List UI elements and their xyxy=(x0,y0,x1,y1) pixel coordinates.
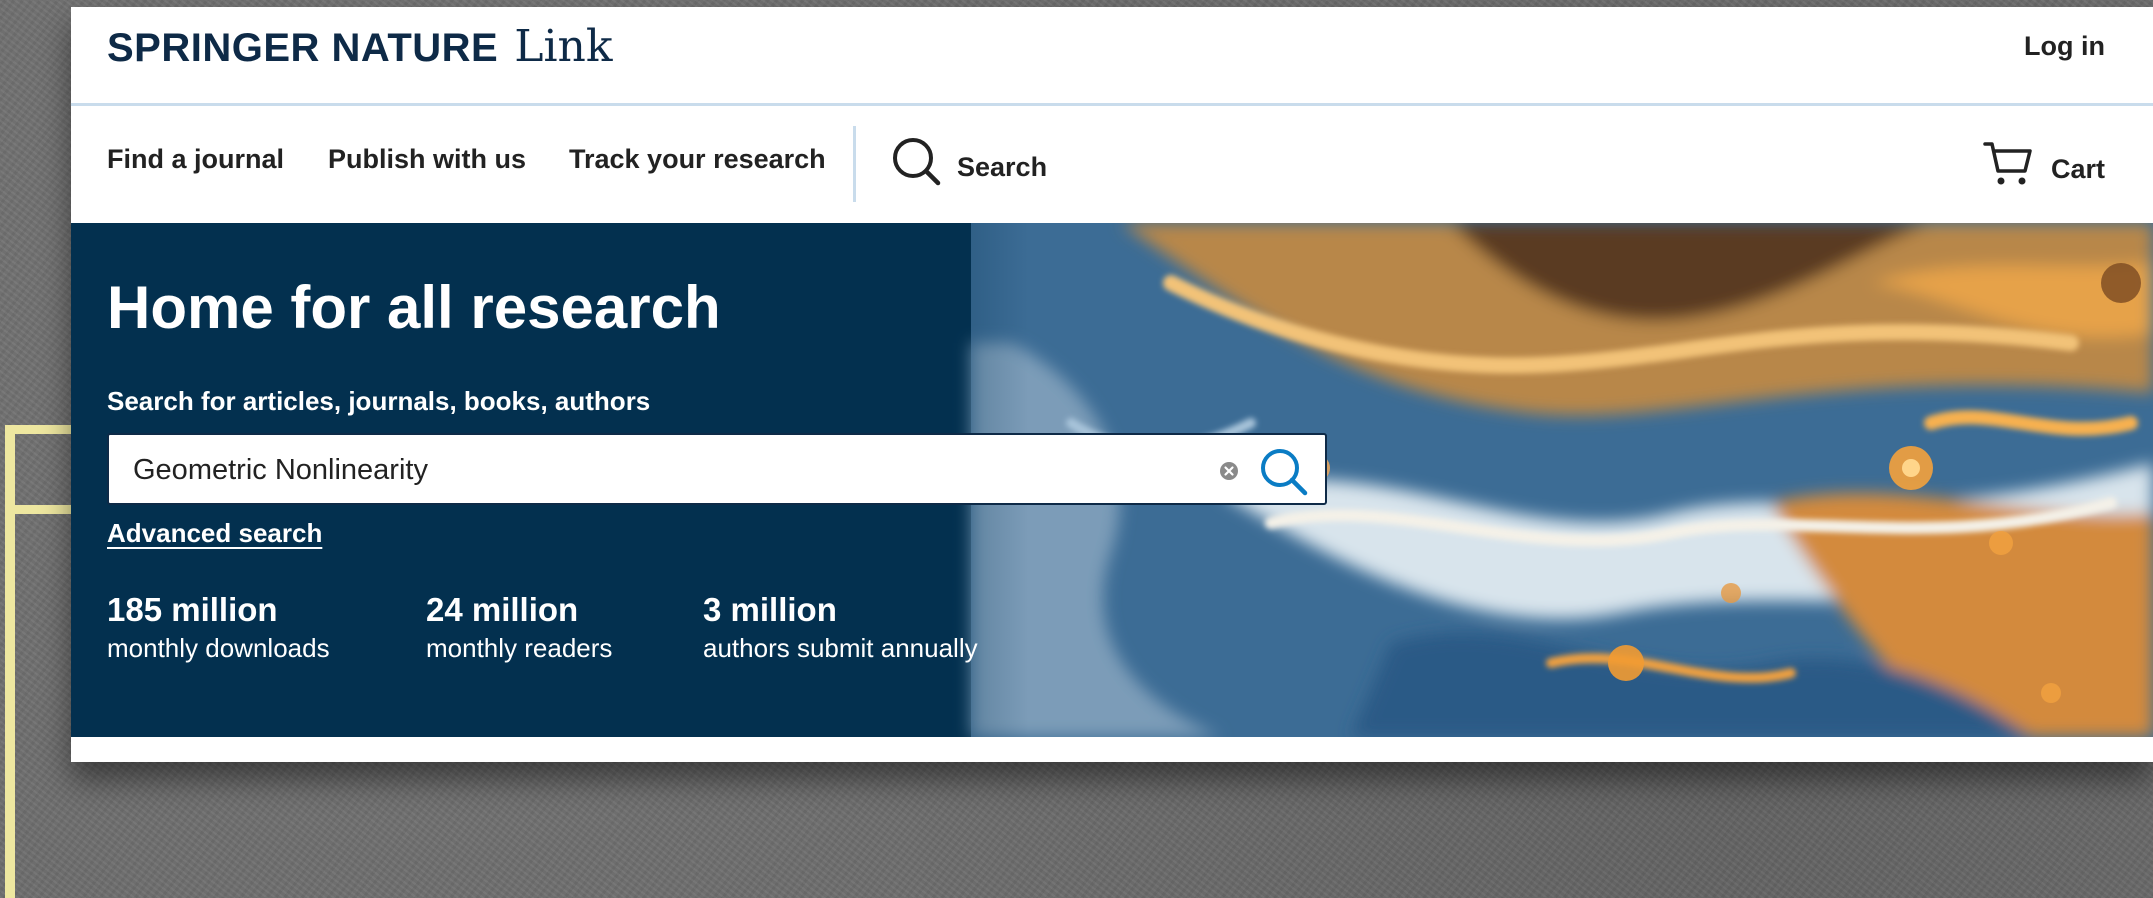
hero-banner: Home for all research Search for article… xyxy=(71,223,2153,737)
stat-value: 24 million xyxy=(426,591,579,628)
clear-icon[interactable] xyxy=(1219,461,1239,481)
logo-brand-text: SPRINGER NATURE xyxy=(107,26,499,70)
top-header: SPRINGER NATURE Link Log in xyxy=(71,7,2153,106)
nav-divider xyxy=(853,126,856,202)
stat-value: 185 million xyxy=(107,591,278,628)
stat-label: monthly readers xyxy=(426,633,613,663)
browser-page: SPRINGER NATURE Link Log in Find a journ… xyxy=(71,7,2153,762)
stat-readers: 24 million monthly readers xyxy=(426,591,612,664)
nav-search-label: Search xyxy=(957,151,1048,182)
logo-product-text: Link xyxy=(514,21,613,72)
stat-authors: 3 million authors submit annually xyxy=(703,591,978,664)
nav-track-research[interactable]: Track your research xyxy=(569,144,826,175)
hero-search-box xyxy=(107,433,1327,505)
main-nav: Find a journal Publish with us Track you… xyxy=(71,106,2153,222)
stat-label: authors submit annually xyxy=(703,633,978,663)
advanced-search-link[interactable]: Advanced search xyxy=(107,518,322,549)
search-field-label: Search for articles, journals, books, au… xyxy=(107,386,651,416)
nav-find-journal[interactable]: Find a journal xyxy=(107,144,284,175)
nav-search-button[interactable]: Search xyxy=(891,136,1047,188)
nav-publish-with-us[interactable]: Publish with us xyxy=(328,144,526,175)
stat-downloads: 185 million monthly downloads xyxy=(107,591,330,664)
search-input[interactable] xyxy=(133,447,1213,493)
search-icon xyxy=(893,138,941,186)
nav-cart-label: Cart xyxy=(2050,153,2105,184)
hero-title: Home for all research xyxy=(107,274,721,341)
search-submit-icon[interactable] xyxy=(1259,447,1309,497)
highlight-bracket-vertical xyxy=(5,425,15,898)
cart-icon xyxy=(1983,142,2032,185)
springer-nature-link-logo[interactable]: SPRINGER NATURE Link xyxy=(107,21,613,72)
login-link[interactable]: Log in xyxy=(2024,31,2105,62)
stat-label: monthly downloads xyxy=(107,633,330,663)
nav-cart-button[interactable]: Cart xyxy=(1983,140,2105,188)
stat-value: 3 million xyxy=(703,591,837,628)
